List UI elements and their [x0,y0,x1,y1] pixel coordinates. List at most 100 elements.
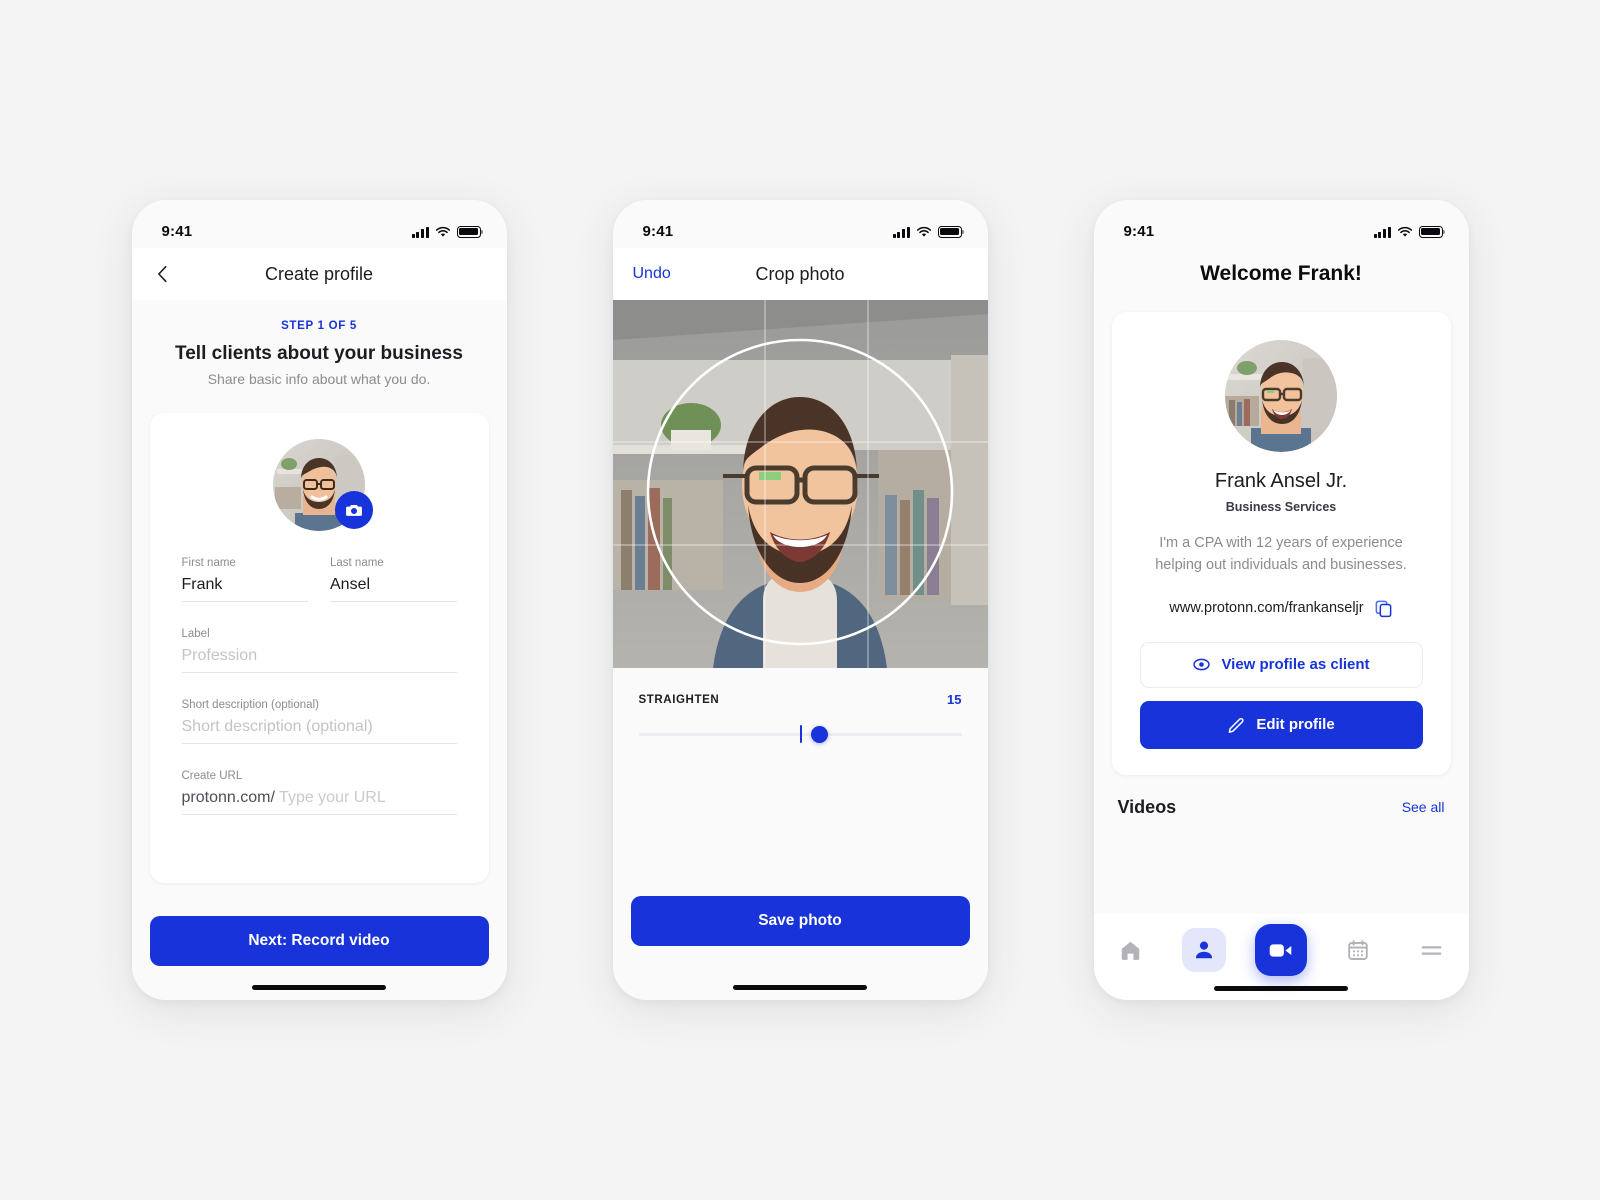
navigation-bar: Undo Crop photo [612,248,988,300]
profile-url-row: www.protonn.com/frankanseljr [1140,599,1423,618]
status-bar: 9:41 [1094,200,1469,248]
navigation-bar: Create profile [131,248,507,300]
status-bar-icons [892,225,964,238]
status-bar-time: 9:41 [161,222,193,240]
video-camera-icon [1270,943,1292,957]
battery-full-icon [1418,225,1445,238]
crop-circle-overlay[interactable] [612,300,988,668]
create-profile-body: STEP 1 OF 5 Tell clients about your busi… [131,320,507,1000]
profile-avatar[interactable] [1225,340,1337,452]
step-subtitle: Share basic info about what you do. [207,371,431,387]
status-bar: 9:41 [132,200,507,248]
rule-of-thirds-grid [612,300,988,668]
short-description-field[interactable]: Short description (optional) Short descr… [181,699,457,744]
status-bar: 9:41 [613,200,988,248]
first-name-field[interactable]: First name Frank [181,557,308,602]
slider-thumb[interactable] [811,725,829,743]
create-url-input[interactable]: protonn.com/ Type your URL [181,789,457,815]
cellular-bars-icon [892,226,910,238]
welcome-heading: Welcome Frank! [1200,262,1362,285]
create-url-label: Create URL [181,770,243,782]
tab-record-video[interactable] [1254,924,1307,976]
videos-see-all-link[interactable]: See all [1402,799,1445,815]
camera-badge-button[interactable] [335,491,373,529]
home-indicator [252,985,386,990]
bottom-tab-bar [1093,914,1469,1000]
avatar-photo [1225,340,1337,452]
status-bar-icons [1373,225,1445,238]
cellular-bars-icon [1373,226,1391,238]
undo-button[interactable]: Undo [633,265,671,283]
first-name-input[interactable]: Frank [181,576,308,602]
tab-menu[interactable] [1410,928,1454,972]
hamburger-menu-icon [1421,945,1442,955]
profile-role: Business Services [1225,500,1337,514]
screen-profile-home: 9:41 Welcome Frank! Frank Ansel Jr. Busi… [1093,200,1469,1000]
last-name-label: Last name [330,557,384,569]
step-title: Tell clients about your business [175,343,463,364]
straighten-label: STRAIGHTEN [638,693,720,706]
cellular-bars-icon [411,226,429,238]
straighten-slider[interactable] [638,723,962,745]
straighten-row: STRAIGHTEN 15 [613,668,988,707]
view-profile-as-client-label: View profile as client [1221,656,1370,674]
create-url-field[interactable]: Create URL protonn.com/ Type your URL [181,770,457,815]
view-profile-as-client-button[interactable]: View profile as client [1139,641,1423,688]
page-title: Create profile [264,263,374,284]
videos-section-header: Videos See all [1118,797,1445,818]
status-bar-time: 9:41 [1123,222,1155,240]
phone-create-profile: 9:41 Create profile STEP 1 OF 5 Tell cli… [131,200,507,1000]
wifi-icon [1397,226,1412,237]
person-icon [1195,941,1212,959]
battery-full-icon [456,225,483,238]
last-name-field[interactable]: Last name Ansel [330,557,457,602]
name-fields-row: First name Frank Last name Ansel [181,557,457,628]
camera-icon [346,505,362,516]
profile-summary-card: Frank Ansel Jr. Business Services I'm a … [1111,312,1451,775]
label-field[interactable]: Label Profession [181,628,457,673]
home-icon [1121,941,1139,960]
avatar-upload[interactable] [273,439,373,531]
tab-home[interactable] [1108,928,1152,972]
profile-home-body: 9:41 Welcome Frank! Frank Ansel Jr. Busi… [1093,200,1469,1000]
label-field-input[interactable]: Profession [181,647,457,673]
tab-profile[interactable] [1181,928,1226,972]
wifi-icon [916,226,931,237]
back-chevron-left-icon[interactable] [152,263,174,285]
screenshot-stage: 9:41 Create profile STEP 1 OF 5 Tell cli… [0,0,1600,1200]
profile-form-card: First name Frank Last name Ansel Label P… [149,413,489,883]
calendar-icon [1348,940,1369,960]
step-indicator: STEP 1 OF 5 [281,320,357,332]
save-photo-button[interactable]: Save photo [630,896,970,946]
url-placeholder: Type your URL [279,789,386,806]
home-indicator [1214,986,1348,991]
next-record-video-button[interactable]: Next: Record video [149,916,489,966]
pencil-icon [1228,718,1244,734]
copy-icon[interactable] [1374,599,1393,618]
straighten-value: 15 [947,692,962,707]
label-field-label: Label [181,628,210,640]
edit-profile-label: Edit profile [1256,716,1335,734]
crop-canvas[interactable] [612,300,988,668]
phone-profile-home: 9:41 Welcome Frank! Frank Ansel Jr. Busi… [1093,200,1469,1000]
screen-create-profile: 9:41 Create profile STEP 1 OF 5 Tell cli… [131,200,507,1000]
last-name-input[interactable]: Ansel [330,576,457,602]
edit-profile-button[interactable]: Edit profile [1139,700,1423,749]
battery-full-icon [937,225,964,238]
tab-calendar[interactable] [1336,928,1380,972]
home-indicator [733,985,867,990]
wifi-icon [435,226,450,237]
profile-bio: I'm a CPA with 12 years of experience he… [1155,535,1407,574]
first-name-label: First name [181,557,236,569]
videos-section-title: Videos [1117,796,1177,817]
short-description-input[interactable]: Short description (optional) [181,718,457,744]
status-bar-time: 9:41 [642,222,674,240]
url-prefix: protonn.com/ [181,789,275,806]
eye-icon [1193,659,1211,671]
crop-circle-handle [646,338,953,646]
profile-name: Frank Ansel Jr. [1214,470,1348,492]
short-description-label: Short description (optional) [181,699,319,711]
status-bar-icons [411,225,483,238]
screen-crop-photo: 9:41 Undo Crop photo STRAIGHTEN 15 Save … [612,200,988,1000]
profile-url: www.protonn.com/frankanseljr [1169,600,1364,617]
